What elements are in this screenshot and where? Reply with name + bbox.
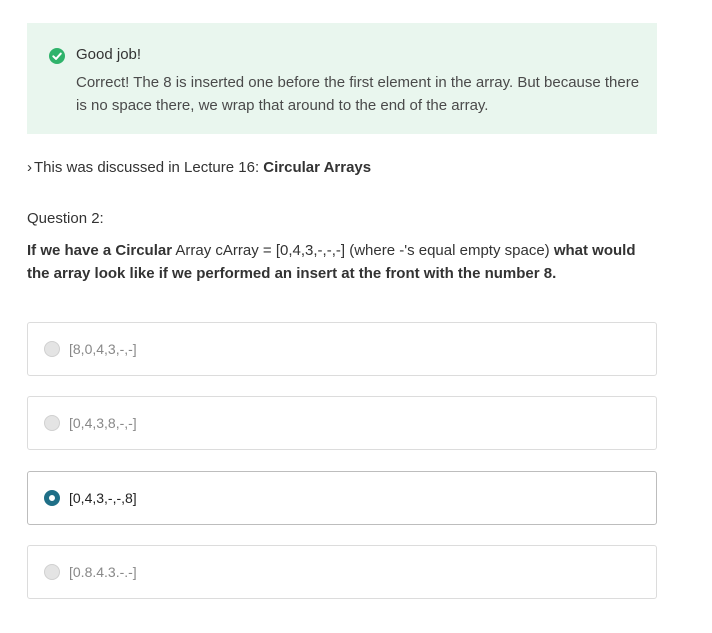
question-text: If we have a Circular Array cArray = [0,…: [27, 239, 657, 285]
lecture-link[interactable]: Circular Arrays: [263, 159, 371, 176]
question-text-part: with the number 8.: [419, 265, 557, 282]
question-number: Question 2:: [27, 210, 104, 227]
question-text-part: Array cArray = [0,4,3,-,-,-] (where -'s …: [172, 242, 550, 259]
feedback-panel: Good job! Correct! The 8 is inserted one…: [27, 23, 657, 134]
answer-option-3[interactable]: [0,4,3,-,-,8]: [27, 471, 657, 525]
lecture-reference-text: This was discussed in Lecture 16:: [34, 159, 264, 176]
radio-button[interactable]: [44, 564, 60, 580]
radio-button-selected[interactable]: [44, 490, 60, 506]
answer-option-label: [0.8.4.3.-.-]: [69, 564, 137, 580]
feedback-title: Good job!: [76, 46, 142, 63]
lecture-reference[interactable]: › This was discussed in Lecture 16: Circu…: [27, 158, 371, 178]
answer-option-label: [0,4,3,8,-,-]: [69, 415, 137, 431]
check-circle-icon: [49, 48, 65, 64]
feedback-message: Correct! The 8 is inserted one before th…: [76, 74, 640, 114]
answer-option-label: [0,4,3,-,-,8]: [69, 490, 137, 506]
answer-option-1[interactable]: [8,0,4,3,-,-]: [27, 322, 657, 376]
question-text-part: Circular: [115, 242, 173, 259]
answer-option-2[interactable]: [0,4,3,8,-,-]: [27, 396, 657, 450]
chevron-right-icon: ›: [27, 159, 32, 176]
question-text-part: If we have a: [27, 242, 116, 259]
question-text-part: front: [385, 265, 420, 282]
radio-button[interactable]: [44, 341, 60, 357]
answer-option-label: [8,0,4,3,-,-]: [69, 341, 137, 357]
radio-button[interactable]: [44, 415, 60, 431]
answer-option-4[interactable]: [0.8.4.3.-.-]: [27, 545, 657, 599]
